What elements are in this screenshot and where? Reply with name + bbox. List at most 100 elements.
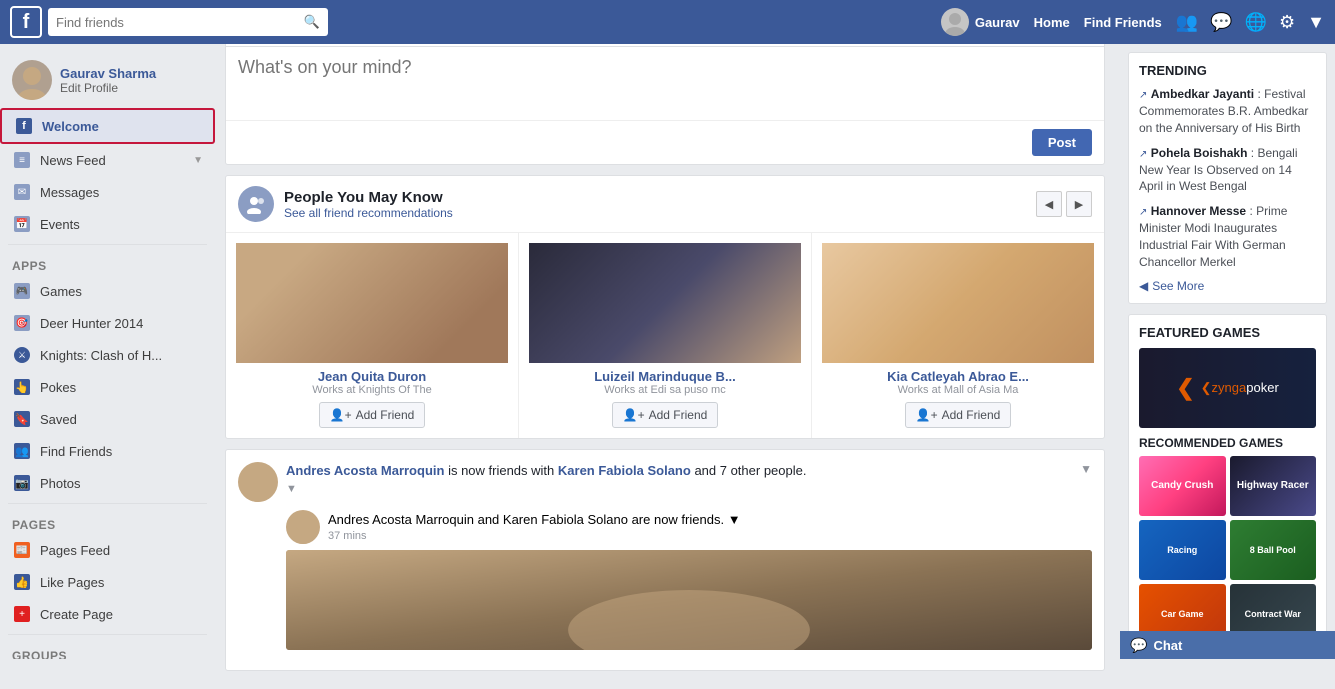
edit-profile-link[interactable]: Edit Profile bbox=[60, 81, 156, 95]
trending-title-2[interactable]: Pohela Boishakh bbox=[1151, 146, 1248, 160]
highway-label: Highway Racer bbox=[1237, 480, 1309, 491]
zynga-rest: poker bbox=[1246, 380, 1279, 395]
add-friend-btn-3[interactable]: 👤+ Add Friend bbox=[905, 402, 1012, 428]
add-friend-icon-2: 👤+ bbox=[623, 408, 645, 422]
sidebar-profile[interactable]: Gaurav Sharma Edit Profile bbox=[0, 52, 215, 108]
find-friends-sidebar-label: Find Friends bbox=[40, 444, 112, 459]
add-friend-btn-1[interactable]: 👤+ Add Friend bbox=[319, 402, 426, 428]
story-sub-friend[interactable]: Karen Fabiola Solano bbox=[503, 512, 628, 527]
sidebar-item-photos[interactable]: 📷 Photos bbox=[0, 467, 215, 499]
search-input[interactable] bbox=[56, 15, 300, 30]
people-header-text: People You May Know See all friend recom… bbox=[284, 189, 453, 220]
person-photo-3 bbox=[822, 243, 1094, 363]
game-8ball-pool[interactable]: 8 Ball Pool bbox=[1230, 520, 1317, 580]
story-action: is now friends with bbox=[448, 463, 558, 478]
knights-label: Knights: Clash of H... bbox=[40, 348, 162, 363]
create-page-label: Create Page bbox=[40, 607, 113, 622]
sidebar-item-welcome[interactable]: f Welcome bbox=[0, 108, 215, 144]
messages-icon[interactable]: 💬 bbox=[1210, 12, 1232, 33]
trending-see-more[interactable]: ◀ See More bbox=[1139, 279, 1316, 293]
game-racing[interactable]: Racing bbox=[1139, 520, 1226, 580]
rec-games-grid: Candy Crush Highway Racer Racing 8 Ball … bbox=[1139, 456, 1316, 644]
see-all-link[interactable]: See all friend recommendations bbox=[284, 206, 453, 220]
home-link[interactable]: Home bbox=[1034, 15, 1070, 30]
add-friend-btn-2[interactable]: 👤+ Add Friend bbox=[612, 402, 719, 428]
search-bar[interactable]: 🔍 bbox=[48, 8, 328, 36]
trending-arrow-1: ↗ bbox=[1139, 90, 1147, 101]
story-actor[interactable]: Andres Acosta Marroquin bbox=[286, 463, 444, 478]
pages-section-title: PAGES bbox=[0, 508, 215, 534]
status-textarea[interactable] bbox=[238, 57, 1092, 107]
prev-arrow[interactable]: ◀ bbox=[1036, 191, 1062, 217]
friends-icon[interactable]: 👥 bbox=[1176, 12, 1198, 33]
trending-title-3[interactable]: Hannover Messe bbox=[1151, 204, 1246, 218]
nav-user[interactable]: Gaurav bbox=[941, 8, 1020, 36]
find-friends-link[interactable]: Find Friends bbox=[1084, 15, 1162, 30]
like-pages-label: Like Pages bbox=[40, 575, 104, 590]
photos-icon: 📷 bbox=[12, 473, 32, 493]
sidebar-item-messages[interactable]: ✉ Messages bbox=[0, 176, 215, 208]
game-highway-racer[interactable]: Highway Racer bbox=[1230, 456, 1317, 516]
trending-item-2: ↗ Pohela Boishakh : Bengali New Year Is … bbox=[1139, 145, 1316, 196]
find-friends-sidebar-icon: 👥 bbox=[12, 441, 32, 461]
sidebar-item-games[interactable]: 🎮 Games bbox=[0, 275, 215, 307]
avatar bbox=[941, 8, 969, 36]
sidebar-item-like-pages[interactable]: 👍 Like Pages bbox=[0, 566, 215, 598]
game-candy-crush[interactable]: Candy Crush bbox=[1139, 456, 1226, 516]
sidebar-item-create-page[interactable]: + Create Page bbox=[0, 598, 215, 630]
sidebar-item-saved[interactable]: 🔖 Saved bbox=[0, 403, 215, 435]
photos-label: Photos bbox=[40, 476, 80, 491]
sidebar-item-pages-feed[interactable]: 📰 Pages Feed bbox=[0, 534, 215, 566]
right-sidebar: TRENDING ↗ Ambedkar Jayanti : Festival C… bbox=[1120, 44, 1335, 659]
sidebar-item-find-friends[interactable]: 👥 Find Friends bbox=[0, 435, 215, 467]
trending-title-1[interactable]: Ambedkar Jayanti bbox=[1151, 87, 1254, 101]
candy-label: Candy Crush bbox=[1151, 480, 1213, 491]
post-button[interactable]: Post bbox=[1032, 129, 1092, 156]
person-card-1: Jean Quita Duron Works at Knights Of The… bbox=[226, 233, 519, 438]
sidebar-item-pokes[interactable]: 👆 Pokes bbox=[0, 371, 215, 403]
nav-icons: 👥 💬 🌐 ⚙ ▼ bbox=[1176, 12, 1325, 33]
featured-game-zynga[interactable]: ❮ ❮zyngapoker bbox=[1139, 348, 1316, 428]
people-header-icon bbox=[238, 186, 274, 222]
groups-section-title: GROUPS bbox=[0, 639, 215, 659]
newsfeed-label: News Feed bbox=[40, 153, 106, 168]
story-card: Andres Acosta Marroquin is now friends w… bbox=[225, 449, 1105, 671]
facebook-logo: f bbox=[10, 6, 42, 38]
settings-icon[interactable]: ⚙ bbox=[1279, 12, 1295, 33]
create-page-icon: + bbox=[12, 604, 32, 624]
messages-sidebar-icon: ✉ bbox=[12, 182, 32, 202]
sidebar-item-events[interactable]: 📅 Events bbox=[0, 208, 215, 240]
people-card-header: People You May Know See all friend recom… bbox=[226, 176, 1104, 233]
dropdown-icon[interactable]: ▼ bbox=[1307, 12, 1325, 33]
chat-icon: 💬 bbox=[1130, 637, 1147, 654]
games-label: Games bbox=[40, 284, 82, 299]
trending-item-3: ↗ Hannover Messe : Prime Minister Modi I… bbox=[1139, 203, 1316, 270]
person-photo-2 bbox=[529, 243, 801, 363]
person-card-2: Luizeil Marinduque B... Works at Edi sa … bbox=[519, 233, 812, 438]
saved-label: Saved bbox=[40, 412, 77, 427]
add-friend-icon-3: 👤+ bbox=[916, 408, 938, 422]
sidebar-item-knights[interactable]: ⚔ Knights: Clash of H... bbox=[0, 339, 215, 371]
person-work-1: Works at Knights Of The bbox=[236, 384, 508, 396]
story-sub-text: Andres Acosta Marroquin and Karen Fabiol… bbox=[328, 512, 741, 542]
story-sub-actor[interactable]: Andres Acosta Marroquin bbox=[328, 512, 474, 527]
story-header: Andres Acosta Marroquin is now friends w… bbox=[238, 462, 1092, 502]
trending-arrow-3: ↗ bbox=[1139, 207, 1147, 218]
story-text: Andres Acosta Marroquin is now friends w… bbox=[286, 462, 1072, 498]
sidebar-item-newsfeed[interactable]: ≡ News Feed ▼ bbox=[0, 144, 215, 176]
deer-hunter-label: Deer Hunter 2014 bbox=[40, 316, 143, 331]
status-input-area[interactable] bbox=[226, 47, 1104, 120]
story-friend[interactable]: Karen Fabiola Solano bbox=[558, 463, 691, 478]
globe-icon[interactable]: 🌐 bbox=[1245, 12, 1267, 33]
newsfeed-arrow: ▼ bbox=[193, 155, 203, 166]
chat-bar[interactable]: 💬 Chat bbox=[1120, 631, 1335, 659]
pages-feed-icon: 📰 bbox=[12, 540, 32, 560]
story-expand[interactable]: ▼ bbox=[1080, 462, 1092, 476]
racing-label: Racing bbox=[1167, 545, 1197, 555]
trending-arrow-2: ↗ bbox=[1139, 149, 1147, 160]
pages-feed-label: Pages Feed bbox=[40, 543, 110, 558]
next-arrow[interactable]: ▶ bbox=[1066, 191, 1092, 217]
story-sub-header: Andres Acosta Marroquin and Karen Fabiol… bbox=[286, 510, 1092, 544]
sidebar-item-deer-hunter[interactable]: 🎯 Deer Hunter 2014 bbox=[0, 307, 215, 339]
add-friend-icon-1: 👤+ bbox=[330, 408, 352, 422]
